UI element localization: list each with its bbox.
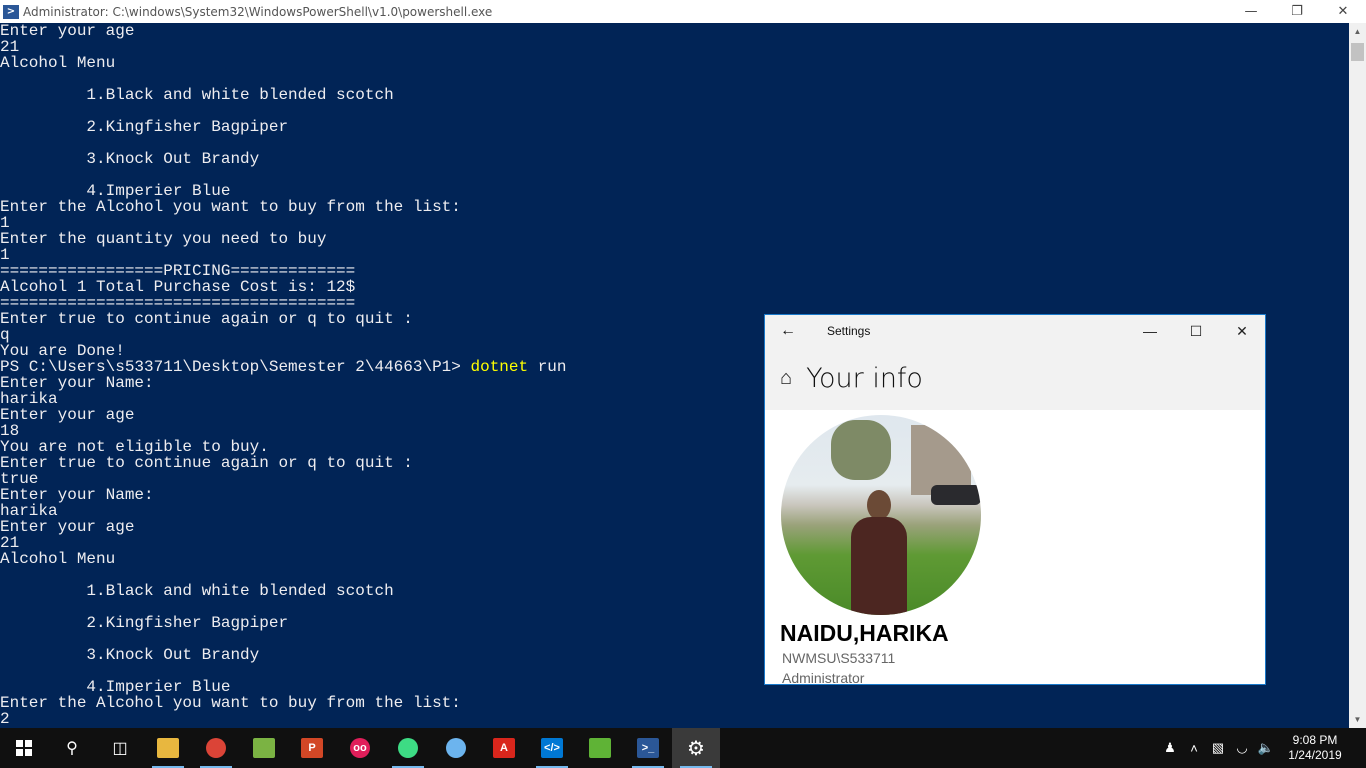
chevron-up-icon[interactable]: ˄ — [1182, 741, 1206, 756]
scroll-up-arrow-icon[interactable]: ▲ — [1349, 23, 1366, 40]
back-arrow-icon[interactable]: ← — [765, 322, 811, 340]
settings-gear-icon[interactable]: ⚙ — [672, 728, 720, 768]
people-icon[interactable]: ♟ — [1158, 740, 1182, 756]
chrome-icon[interactable] — [192, 728, 240, 768]
clock[interactable]: 9:08 PM 1/24/2019 — [1278, 733, 1352, 763]
start-button[interactable] — [0, 728, 48, 768]
console-line: 2 — [0, 710, 10, 728]
close-button[interactable]: ✕ — [1320, 0, 1366, 23]
page-title: Your info — [806, 363, 923, 394]
taskbar: ⚲ ◫ P oo A </> >_ ⚙ ♟ ˄ ▧ ◡ 🔈 9:08 PM 1/… — [0, 728, 1366, 768]
console-scrollbar[interactable]: ▲ ▼ — [1349, 23, 1366, 728]
paint-icon[interactable] — [432, 728, 480, 768]
powershell-taskbar-icon[interactable]: >_ — [624, 728, 672, 768]
restore-button[interactable]: ❐ — [1274, 0, 1320, 23]
wifi-icon[interactable]: ◡ — [1230, 740, 1254, 756]
console-line: Enter the Alcohol you want to buy from t… — [0, 694, 461, 712]
console-line: Enter the quantity you need to buy — [0, 230, 327, 248]
user-account: NWMSU\S533711 — [782, 650, 896, 666]
acrobat-icon[interactable]: A — [480, 728, 528, 768]
settings-header: ⌂ Your info — [765, 347, 1265, 410]
console-line: =================PRICING============= — [0, 262, 356, 280]
settings-title: Settings — [827, 324, 871, 338]
user-role: Administrator — [782, 670, 865, 685]
volume-icon[interactable]: 🔈 — [1254, 740, 1278, 756]
battery-icon[interactable]: ▧ — [1206, 740, 1230, 756]
vscode-icon[interactable]: </> — [528, 728, 576, 768]
console-line: ===================================== — [0, 294, 356, 312]
search-icon[interactable]: ⚲ — [48, 728, 96, 768]
console-command: dotnet — [470, 358, 529, 376]
console-line: 3.Knock Out Brandy — [0, 150, 260, 168]
home-icon[interactable]: ⌂ — [780, 367, 792, 390]
file-explorer-icon[interactable] — [144, 728, 192, 768]
powershell-icon: > — [3, 4, 19, 19]
settings-maximize-button[interactable]: ☐ — [1173, 323, 1219, 340]
app-green-icon[interactable] — [576, 728, 624, 768]
app-oo-icon[interactable]: oo — [336, 728, 384, 768]
scrollbar-thumb[interactable] — [1351, 43, 1364, 61]
console-line: 21 — [0, 38, 20, 56]
console-line: 1.Black and white blended scotch — [0, 86, 394, 104]
settings-close-button[interactable]: ✕ — [1219, 323, 1265, 340]
clock-time: 9:08 PM — [1292, 733, 1338, 747]
console-line: Enter the Alcohol you want to buy from t… — [0, 198, 461, 216]
console-line: 4.Imperier Blue — [0, 182, 231, 200]
avatar — [781, 415, 981, 615]
system-tray: ♟ ˄ ▧ ◡ 🔈 9:08 PM 1/24/2019 — [1158, 728, 1366, 768]
task-view-icon[interactable]: ◫ — [96, 728, 144, 768]
console-line: 1 — [0, 214, 10, 232]
console-line: 1 — [0, 246, 10, 264]
window-title: Administrator: C:\windows\System32\Windo… — [23, 4, 493, 19]
powerpoint-icon[interactable]: P — [288, 728, 336, 768]
scroll-down-arrow-icon[interactable]: ▼ — [1349, 711, 1366, 728]
console-line: Alcohol 1 Total Purchase Cost is: 12$ — [0, 278, 356, 296]
powershell-titlebar: > Administrator: C:\windows\System32\Win… — [0, 0, 1366, 23]
console-line: 2.Kingfisher Bagpiper — [0, 118, 289, 136]
console-line: Alcohol Menu — [0, 54, 116, 72]
notepad-icon[interactable] — [240, 728, 288, 768]
user-name: NAIDU,HARIKA — [780, 620, 949, 646]
clock-date: 1/24/2019 — [1288, 748, 1342, 762]
settings-titlebar: ← Settings — ☐ ✕ — [765, 315, 1265, 347]
settings-minimize-button[interactable]: — — [1127, 323, 1173, 339]
android-studio-icon[interactable] — [384, 728, 432, 768]
windows-logo-icon — [16, 740, 32, 756]
minimize-button[interactable]: — — [1228, 0, 1274, 23]
settings-window: ← Settings — ☐ ✕ ⌂ Your info NAIDU,HARIK… — [764, 314, 1266, 685]
console-command-args: run — [528, 358, 567, 376]
console-line: Enter your age — [0, 23, 135, 40]
